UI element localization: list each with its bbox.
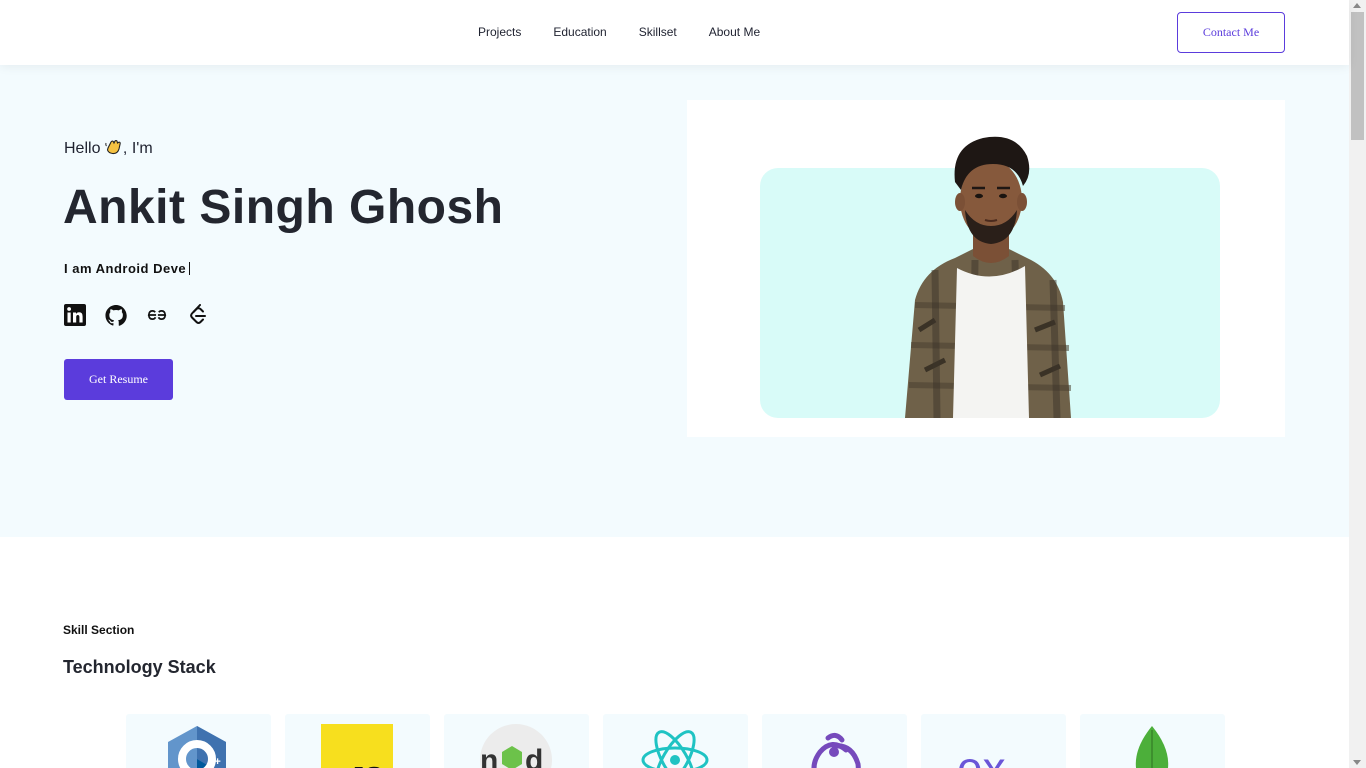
tech-card-react [603, 714, 748, 768]
tech-card-cpp: ++ [126, 714, 271, 768]
page-scrollbar[interactable] [1349, 0, 1366, 768]
profile-photo-card [687, 100, 1285, 437]
nodejs-icon: n d [480, 724, 552, 768]
tech-card-nodejs: n d [444, 714, 589, 768]
svg-text:ex: ex [957, 742, 1006, 768]
mongodb-icon [1135, 726, 1169, 768]
svg-text:d: d [525, 744, 543, 768]
profile-portrait [905, 136, 1072, 418]
skill-section-label: Skill Section [63, 623, 135, 637]
github-icon[interactable] [105, 303, 127, 327]
social-links [64, 303, 228, 327]
greeting: Hello , I'm [64, 139, 153, 158]
site-header: Projects Education Skillset About Me Con… [0, 0, 1349, 65]
leetcode-icon[interactable] [187, 303, 209, 327]
tech-card-mongodb [1080, 714, 1225, 768]
hero-section: Hello , I'm Ankit Singh Ghosh I am Andro… [0, 65, 1349, 537]
role-text: I am Android Deve [64, 261, 187, 276]
scroll-up-arrow-icon[interactable] [1353, 3, 1361, 8]
waving-hand-icon [105, 139, 121, 155]
javascript-icon: JS [321, 724, 393, 768]
svg-text:JS: JS [349, 761, 383, 768]
hero-role-typing: I am Android Deve [64, 261, 191, 276]
get-resume-button[interactable]: Get Resume [64, 359, 173, 400]
tech-card-javascript: JS [285, 714, 430, 768]
geeksforgeeks-icon[interactable] [146, 303, 168, 327]
svg-text:++: ++ [208, 756, 221, 768]
cpp-icon: ++ [168, 726, 226, 768]
nav-link-projects[interactable]: Projects [478, 25, 521, 39]
hero-name: Ankit Singh Ghosh [63, 181, 504, 234]
nav-link-education[interactable]: Education [553, 25, 606, 39]
nav-link-skillset[interactable]: Skillset [639, 25, 677, 39]
technology-stack-title: Technology Stack [63, 657, 216, 677]
redux-icon [811, 732, 861, 768]
svg-text:n: n [480, 744, 498, 768]
tech-card-express: ex [921, 714, 1066, 768]
scrollbar-thumb[interactable] [1351, 12, 1364, 140]
typing-cursor [189, 262, 191, 275]
express-icon: ex [957, 742, 1006, 768]
greeting-hello: Hello [64, 140, 101, 157]
scroll-down-arrow-icon[interactable] [1353, 760, 1361, 765]
react-icon [641, 730, 709, 768]
contact-me-button[interactable]: Contact Me [1177, 12, 1285, 53]
main-nav: Projects Education Skillset About Me [478, 25, 792, 39]
tech-card-redux [762, 714, 907, 768]
nav-link-about-me[interactable]: About Me [709, 25, 760, 39]
tech-stack-list: ++ JS n d [126, 714, 1239, 768]
linkedin-icon[interactable] [64, 303, 86, 327]
greeting-im: , I'm [122, 140, 153, 157]
